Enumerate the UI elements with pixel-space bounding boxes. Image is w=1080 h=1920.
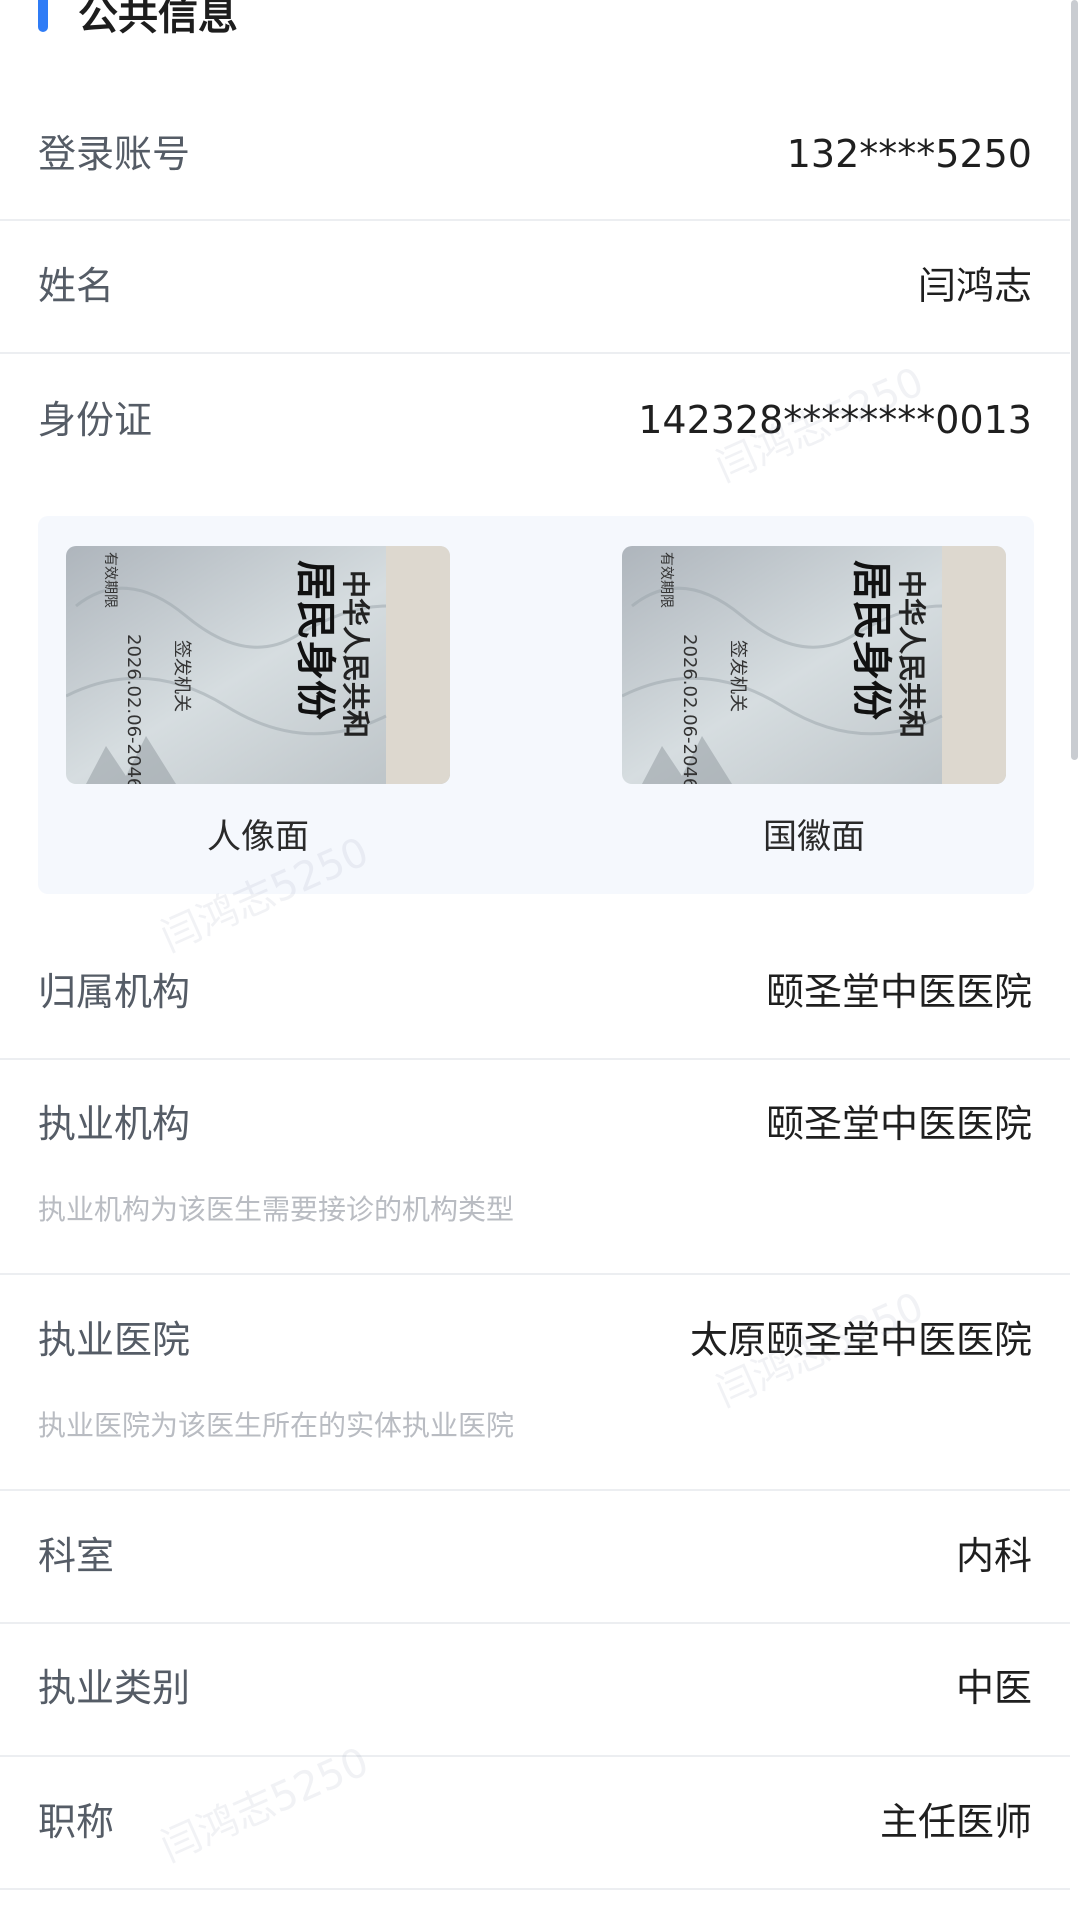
id-card-back-image[interactable]: 中华人民共和 居民身份 签发机关 2026.02.06-2046.02 有效期限 xyxy=(622,546,1006,784)
id-card-text-line2: 居民身份 xyxy=(292,560,339,720)
name-label: 姓名 xyxy=(38,264,115,308)
id-card-back-text-issuer: 签发机关 xyxy=(727,640,748,712)
professional-title-value: 主任医师 xyxy=(879,1800,1032,1844)
section-accent-bar xyxy=(38,0,48,32)
practice-hospital-label: 执业医院 xyxy=(38,1318,191,1362)
id-card-text-validity: 有效期限 xyxy=(102,552,118,608)
divider xyxy=(0,1888,1070,1890)
practice-category-value: 中医 xyxy=(955,1666,1032,1710)
row-practice-category: 执业类别 中医 xyxy=(0,1664,1070,1712)
id-card-back-text-date: 2026.02.06-2046.02 xyxy=(679,634,700,784)
id-card-text-date: 2026.02.06-2046.02 xyxy=(123,634,144,784)
divider xyxy=(0,1273,1070,1275)
id-card-value: 142328********0013 xyxy=(638,398,1032,442)
id-card-text-line1: 中华人民共和 xyxy=(339,570,372,738)
divider xyxy=(0,219,1070,221)
id-card-text-issuer: 签发机关 xyxy=(171,640,192,712)
id-card-back-text-line1: 中华人民共和 xyxy=(895,570,928,738)
id-card-images-panel: 中华人民共和 居民身份 签发机关 2026.02.06-2046.02 有效期限… xyxy=(38,516,1034,894)
id-card-back-caption: 国徽面 xyxy=(763,817,865,857)
divider xyxy=(0,1755,1070,1757)
practice-org-label: 执业机构 xyxy=(38,1102,191,1146)
divider xyxy=(0,1622,1070,1624)
divider xyxy=(0,1489,1070,1491)
name-value: 闫鸿志 xyxy=(917,264,1032,308)
practice-hospital-value: 太原颐圣堂中医医院 xyxy=(689,1318,1032,1362)
section-header: 公共信息 xyxy=(0,0,1070,60)
row-practice-hospital: 执业医院 太原颐圣堂中医医院 执业医院为该医生所在的实体执业医院 xyxy=(0,1316,1070,1446)
id-card-front-photo: 中华人民共和 居民身份 签发机关 2026.02.06-2046.02 有效期限 xyxy=(66,546,450,784)
row-login-account: 登录账号 132****5250 xyxy=(0,130,1070,178)
affiliation-label: 归属机构 xyxy=(38,970,191,1014)
professional-title-label: 职称 xyxy=(38,1800,115,1844)
practice-hospital-hint: 执业医院为该医生所在的实体执业医院 xyxy=(38,1409,515,1442)
row-id-card: 身份证 142328********0013 xyxy=(0,396,1070,444)
department-label: 科室 xyxy=(38,1534,115,1578)
department-value: 内科 xyxy=(955,1534,1032,1578)
practice-category-label: 执业类别 xyxy=(38,1666,191,1710)
login-account-label: 登录账号 xyxy=(38,132,191,176)
scrollbar[interactable] xyxy=(1071,0,1078,760)
login-account-value: 132****5250 xyxy=(786,132,1032,176)
section-title: 公共信息 xyxy=(78,0,238,39)
affiliation-value: 颐圣堂中医医院 xyxy=(765,970,1032,1014)
public-info-page: 公共信息 登录账号 132****5250 姓名 闫鸿志 身份证 142328*… xyxy=(0,0,1070,1920)
id-card-back-photo: 中华人民共和 居民身份 签发机关 2026.02.06-2046.02 有效期限 xyxy=(622,546,1006,784)
practice-org-value: 颐圣堂中医医院 xyxy=(765,1102,1032,1146)
divider xyxy=(0,1058,1070,1060)
id-card-front-caption: 人像面 xyxy=(207,817,309,857)
row-name: 姓名 闫鸿志 xyxy=(0,262,1070,310)
practice-org-hint: 执业机构为该医生需要接诊的机构类型 xyxy=(38,1193,515,1226)
id-card-label: 身份证 xyxy=(38,398,153,442)
row-affiliation: 归属机构 颐圣堂中医医院 xyxy=(0,968,1070,1016)
divider xyxy=(0,352,1070,354)
row-practice-org: 执业机构 颐圣堂中医医院 执业机构为该医生需要接诊的机构类型 xyxy=(0,1100,1070,1230)
id-card-back-text-line2: 居民身份 xyxy=(848,560,895,720)
id-card-back-text-validity: 有效期限 xyxy=(658,552,674,608)
row-department: 科室 内科 xyxy=(0,1532,1070,1580)
row-professional-title: 职称 主任医师 xyxy=(0,1798,1070,1846)
id-card-front-image[interactable]: 中华人民共和 居民身份 签发机关 2026.02.06-2046.02 有效期限 xyxy=(66,546,450,784)
